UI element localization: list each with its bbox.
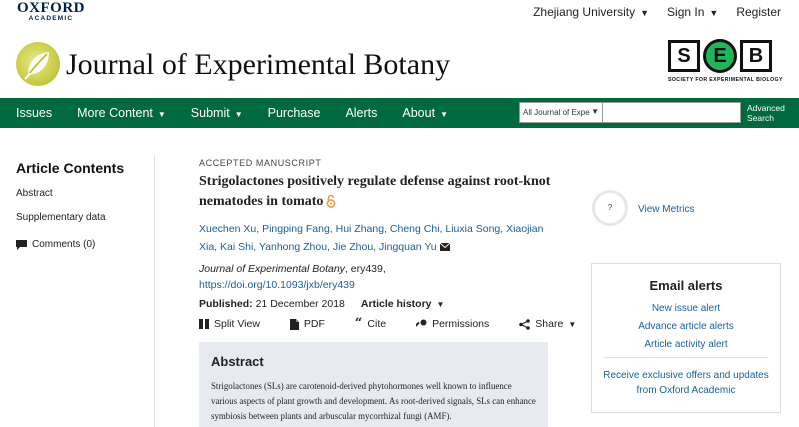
publication-row: Published: 21 December 2018 Article hist… (199, 298, 559, 310)
sidebar-heading: Article Contents (16, 160, 125, 176)
article-id: , ery439, (344, 263, 386, 275)
pdf-icon (289, 318, 299, 330)
article-title: Strigolactones positively regulate defen… (199, 172, 559, 215)
cite-button[interactable]: “ Cite (354, 316, 386, 331)
nav-item-submit[interactable]: Submit ▼ (191, 106, 243, 120)
nav-item-about[interactable]: About ▼ (402, 106, 448, 120)
author-link[interactable]: Cheng Chi, (390, 223, 443, 235)
permissions-button[interactable]: Permissions (416, 318, 489, 330)
exclusive-offers-link[interactable]: Receive exclusive offers and updates fro… (592, 368, 780, 398)
author-link[interactable]: Pingping Fang, (262, 223, 333, 235)
author-link[interactable]: Jingquan Yu (379, 241, 437, 253)
email-alerts-box: Email alerts New issue alert Advance art… (591, 263, 781, 413)
author-link[interactable]: Kai Shi, (220, 241, 256, 253)
caret-down-icon: ▼ (591, 107, 599, 116)
caret-down-icon: ▼ (709, 8, 719, 18)
author-link[interactable]: Hui Zhang, (336, 223, 387, 235)
nav-item-purchase[interactable]: Purchase (268, 106, 321, 120)
article-history-toggle[interactable]: Article history ▼ (361, 298, 444, 310)
seb-logo[interactable]: S E B SOCIETY FOR EXPERIMENTAL BIOLOGY (668, 39, 783, 90)
leaf-icon (24, 52, 49, 80)
seb-caption: SOCIETY FOR EXPERIMENTAL BIOLOGY (668, 77, 783, 83)
email-icon[interactable] (439, 241, 450, 253)
seb-letters: S E B (668, 39, 782, 73)
search-input[interactable] (603, 102, 741, 123)
published-date: 21 December 2018 (255, 298, 345, 310)
split-view-icon (199, 319, 209, 329)
sidebar-link-supplementary[interactable]: Supplementary data (16, 212, 156, 223)
account-links: Zhejiang University ▼ Sign In ▼ Register (533, 5, 781, 19)
register-link[interactable]: Register (736, 5, 781, 19)
nav-items: Issues More Content ▼ Submit ▼ Purchase Alerts… (16, 98, 448, 128)
new-issue-alert-link[interactable]: New issue alert (592, 303, 780, 314)
main-nav: Issues More Content ▼ Submit ▼ Purchase Alerts… (0, 98, 799, 128)
share-button[interactable]: Share ▼ (519, 318, 576, 330)
nav-search: All Journal of Expe ▼ (519, 102, 741, 123)
seb-letter-b: B (740, 40, 772, 72)
abstract-panel: Abstract Strigolactones (SLs) are carote… (199, 342, 548, 427)
article-main: ACCEPTED MANUSCRIPT Strigolactones posit… (199, 158, 576, 427)
author-list: Xuechen Xu, Pingping Fang, Hui Zhang, Ch… (199, 220, 559, 256)
article-toolbar: Split View PDF “ Cite Permissions Share … (199, 316, 576, 331)
top-bar: OXFORD ACADEMIC Zhejiang University ▼ Sig… (0, 0, 799, 24)
email-alerts-heading: Email alerts (649, 278, 723, 293)
quote-icon: “ (354, 316, 363, 331)
seb-letter-s: S (668, 40, 700, 72)
sidebar-divider (154, 155, 155, 427)
abstract-text: Strigolactones (SLs) are carotenoid-deri… (211, 381, 536, 421)
doi-link[interactable]: https://doi.org/10.1093/jxb/ery439 (199, 277, 559, 293)
journal-header: Journal of Experimental Botany S E B SOC… (0, 26, 799, 98)
advance-article-alerts-link[interactable]: Advance article alerts (592, 321, 780, 332)
nav-item-alerts[interactable]: Alerts (345, 106, 377, 120)
caret-down-icon: ▼ (157, 110, 166, 119)
split-view-button[interactable]: Split View (199, 318, 260, 330)
author-link[interactable]: Yanhong Zhou, (259, 241, 330, 253)
article-contents-sidebar: Article Contents Abstract Supplementary … (16, 160, 156, 250)
caret-down-icon: ▼ (568, 319, 577, 329)
view-metrics-link[interactable]: View Metrics (638, 204, 695, 215)
altmetric-badge[interactable]: ? (592, 190, 628, 226)
comments-link[interactable]: Comments (0) (16, 239, 156, 250)
publisher-name: OXFORD (17, 0, 85, 16)
oxford-academic-logo[interactable]: OXFORD ACADEMIC (17, 1, 85, 23)
caret-down-icon: ▼ (640, 8, 650, 18)
publisher-subname: ACADEMIC (28, 15, 74, 22)
alerts-divider (604, 357, 768, 358)
sign-in-menu[interactable]: Sign In ▼ (667, 5, 718, 19)
seb-letter-e: E (703, 39, 737, 73)
citation-block: Journal of Experimental Botany, ery439, … (199, 261, 559, 293)
journal-leaf-logo[interactable] (16, 42, 60, 86)
caret-down-icon: ▼ (436, 300, 445, 309)
pdf-button[interactable]: PDF (289, 318, 325, 330)
published-label: Published: (199, 298, 253, 310)
advanced-search-link[interactable]: Advanced Search (747, 103, 785, 123)
abstract-heading: Abstract (211, 354, 264, 369)
share-icon (519, 318, 531, 330)
journal-name: Journal of Experimental Botany (199, 263, 345, 275)
institution-menu[interactable]: Zhejiang University ▼ (533, 5, 649, 19)
caret-down-icon: ▼ (440, 110, 448, 119)
open-access-icon (326, 194, 336, 215)
nav-item-issues[interactable]: Issues (16, 106, 52, 120)
nav-item-more-content[interactable]: More Content ▼ (77, 106, 166, 120)
author-link[interactable]: Xuechen Xu, (199, 223, 259, 235)
article-status: ACCEPTED MANUSCRIPT (199, 158, 322, 168)
author-link[interactable]: Liuxia Song, (445, 223, 503, 235)
author-link[interactable]: Jie Zhou, (333, 241, 376, 253)
comment-icon (16, 239, 27, 250)
journal-title[interactable]: Journal of Experimental Botany (66, 48, 450, 82)
article-activity-alert-link[interactable]: Article activity alert (592, 339, 780, 350)
key-icon (416, 319, 427, 327)
sidebar-link-abstract[interactable]: Abstract (16, 188, 156, 199)
search-scope-select[interactable]: All Journal of Expe ▼ (519, 102, 603, 123)
caret-down-icon: ▼ (234, 110, 243, 119)
